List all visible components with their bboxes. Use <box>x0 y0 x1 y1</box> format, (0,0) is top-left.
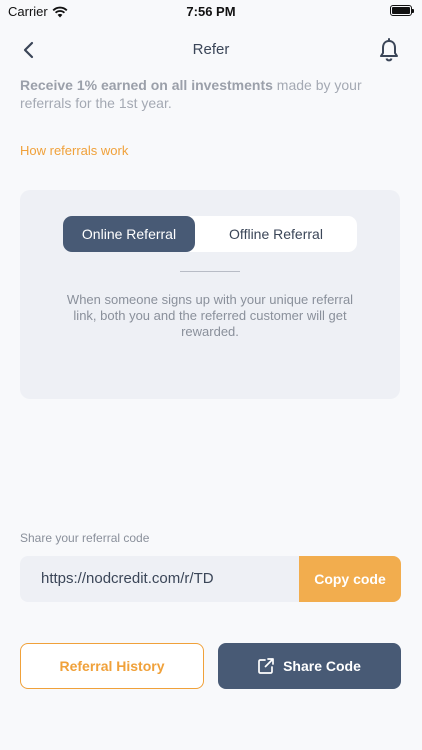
referral-code-value[interactable]: https://nodcredit.com/r/TD <box>41 570 214 587</box>
divider <box>180 271 240 272</box>
share-code-button[interactable]: Share Code <box>218 643 401 689</box>
share-code-label-text: Share Code <box>283 658 361 674</box>
share-code-label: Share your referral code <box>20 531 150 545</box>
share-external-icon <box>258 658 274 674</box>
copy-code-button[interactable]: Copy code <box>299 556 401 602</box>
how-referrals-work-link[interactable]: How referrals work <box>20 143 128 158</box>
status-bar: Carrier 7:56 PM <box>0 0 422 24</box>
tab-offline-referral[interactable]: Offline Referral <box>195 216 357 252</box>
clock: 7:56 PM <box>186 4 236 19</box>
referral-type-tabs: Online Referral Offline Referral <box>63 216 357 252</box>
referral-card: Online Referral Offline Referral When so… <box>20 190 400 399</box>
nav-bar: Refer <box>0 30 422 70</box>
page-title: Refer <box>192 41 230 58</box>
bell-icon[interactable] <box>378 38 400 62</box>
referral-history-button[interactable]: Referral History <box>20 643 204 689</box>
referral-intro: Receive 1% earned on all investments mad… <box>20 76 402 112</box>
referral-description: When someone signs up with your unique r… <box>66 292 354 339</box>
battery-icon <box>390 5 414 16</box>
intro-highlight: Receive 1% earned on all investments <box>20 77 273 93</box>
referral-code-field: https://nodcredit.com/r/TD Copy code <box>20 556 401 602</box>
tab-online-referral[interactable]: Online Referral <box>63 216 195 252</box>
